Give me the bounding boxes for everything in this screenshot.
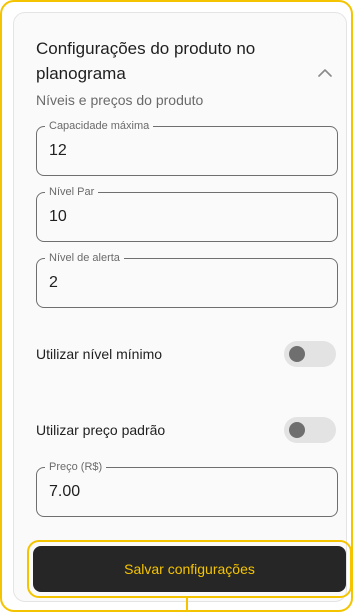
default-price-toggle-label: Utilizar preço padrão — [36, 422, 166, 438]
alert-level-label: Nível de alerta — [45, 251, 124, 265]
section-title: Configurações do produto no planograma — [36, 39, 256, 83]
highlight-pointer — [186, 598, 188, 612]
save-button-highlight: Salvar configurações — [27, 540, 352, 598]
save-settings-button[interactable]: Salvar configurações — [33, 546, 346, 592]
min-level-toggle-row: Utilizar nível mínimo — [36, 338, 336, 372]
section-subtitle: Níveis e preços do produto — [36, 92, 204, 108]
price-label: Preço (R$) — [45, 460, 107, 474]
par-level-input[interactable] — [49, 205, 325, 229]
default-price-switch[interactable] — [284, 417, 336, 443]
alert-level-input[interactable] — [49, 271, 325, 295]
price-field[interactable]: Preço (R$) — [36, 460, 338, 517]
min-level-switch-knob — [289, 346, 305, 362]
max-capacity-field[interactable]: Capacidade máxima — [36, 119, 338, 176]
alert-level-field[interactable]: Nível de alerta — [36, 251, 338, 308]
default-price-switch-knob — [289, 422, 305, 438]
chevron-up-icon[interactable] — [318, 68, 332, 78]
max-capacity-label: Capacidade máxima — [45, 119, 154, 133]
par-level-label: Nível Par — [45, 185, 99, 199]
min-level-toggle-label: Utilizar nível mínimo — [36, 346, 163, 362]
default-price-toggle-row: Utilizar preço padrão — [36, 414, 336, 448]
max-capacity-input[interactable] — [49, 139, 325, 163]
par-level-field[interactable]: Nível Par — [36, 185, 338, 242]
min-level-switch[interactable] — [284, 341, 336, 367]
price-input[interactable] — [49, 480, 325, 504]
